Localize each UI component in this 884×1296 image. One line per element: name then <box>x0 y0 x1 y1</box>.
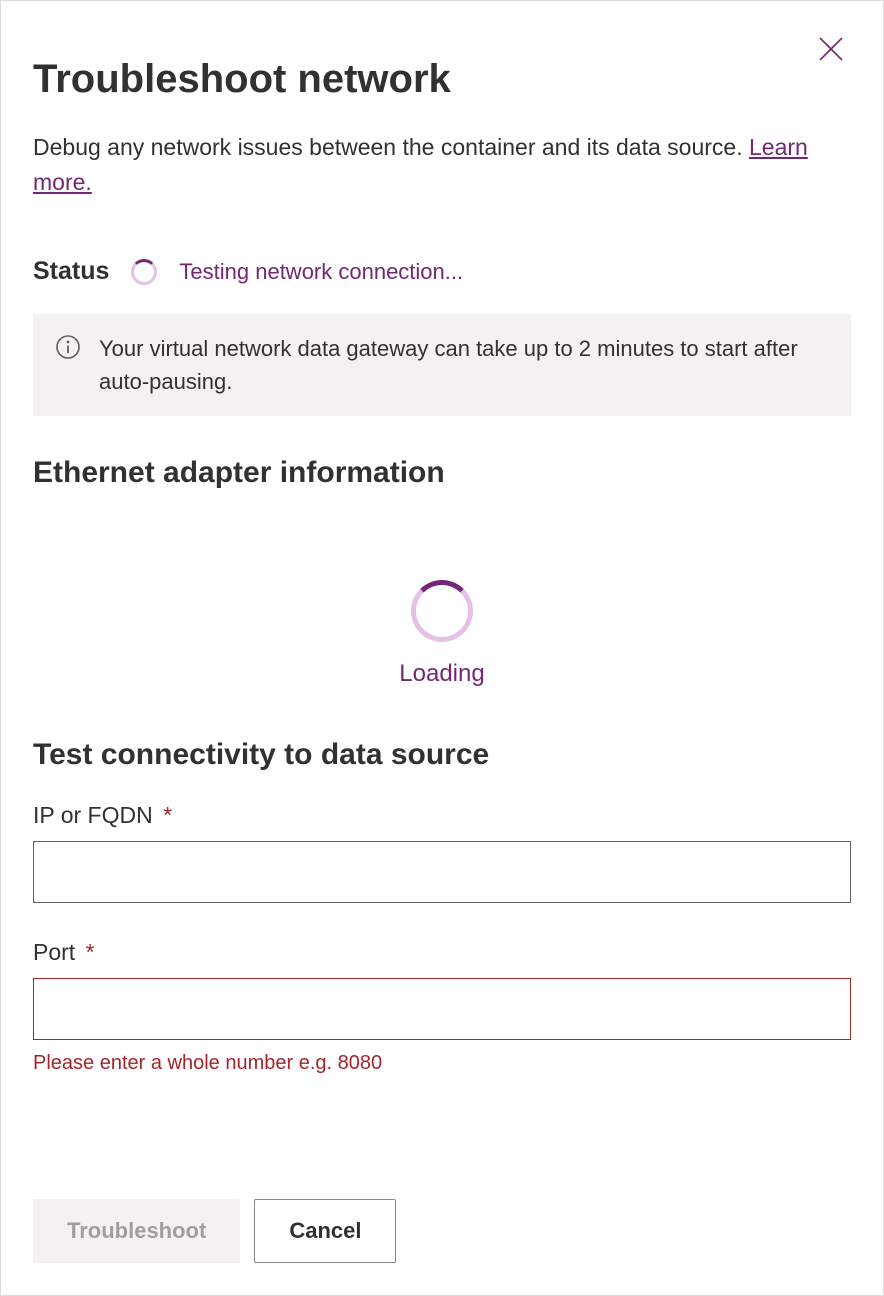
port-label-text: Port <box>33 939 75 965</box>
ip-label-text: IP or FQDN <box>33 802 153 828</box>
ip-label: IP or FQDN * <box>33 802 851 829</box>
troubleshoot-button[interactable]: Troubleshoot <box>33 1199 240 1263</box>
status-row: Status Testing network connection... <box>33 257 851 286</box>
ethernet-loading: Loading <box>33 580 851 688</box>
page-title: Troubleshoot network <box>33 57 851 102</box>
port-form-group: Port * Please enter a whole number e.g. … <box>33 939 851 1075</box>
spinner-icon <box>131 259 157 285</box>
close-icon <box>817 35 845 63</box>
loading-text: Loading <box>399 660 484 688</box>
ip-input[interactable] <box>33 841 851 903</box>
status-message: Testing network connection... <box>179 259 463 285</box>
port-label: Port * <box>33 939 851 966</box>
spinner-icon <box>411 580 473 642</box>
info-icon <box>55 334 81 365</box>
required-marker: * <box>163 802 172 828</box>
cancel-button[interactable]: Cancel <box>254 1199 396 1263</box>
port-input[interactable] <box>33 978 851 1040</box>
close-button[interactable] <box>811 29 851 69</box>
required-marker: * <box>86 939 95 965</box>
ip-form-group: IP or FQDN * <box>33 802 851 903</box>
footer-actions: Troubleshoot Cancel <box>33 1179 851 1263</box>
status-label: Status <box>33 257 109 286</box>
connectivity-heading: Test connectivity to data source <box>33 738 851 772</box>
description-text: Debug any network issues between the con… <box>33 134 749 160</box>
page-description: Debug any network issues between the con… <box>33 130 851 199</box>
info-banner: Your virtual network data gateway can ta… <box>33 314 851 416</box>
ethernet-heading: Ethernet adapter information <box>33 456 851 490</box>
troubleshoot-network-panel: Troubleshoot network Debug any network i… <box>0 0 884 1296</box>
info-banner-text: Your virtual network data gateway can ta… <box>99 332 829 398</box>
port-error-message: Please enter a whole number e.g. 8080 <box>33 1052 851 1075</box>
